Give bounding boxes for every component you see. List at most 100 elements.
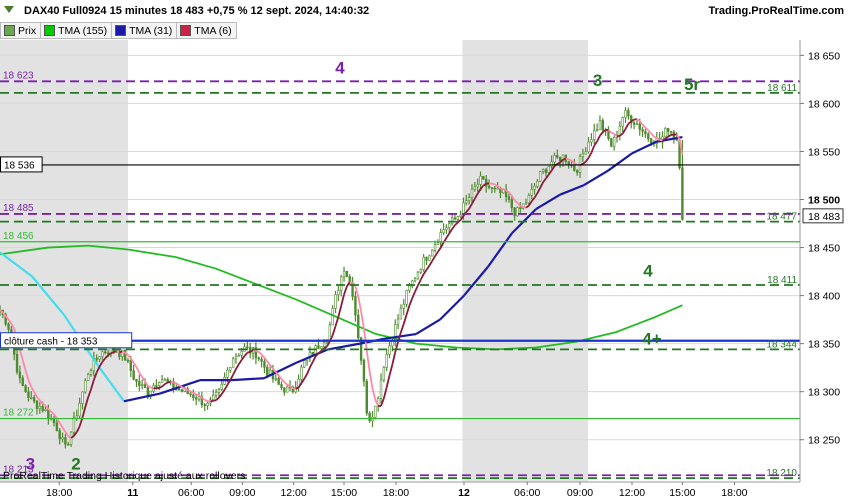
candle-body [214,391,218,396]
tma6-line [116,350,120,353]
candle-body [567,161,570,166]
candle-body [32,397,36,402]
tma6-line [295,386,299,390]
candle-body [274,377,278,380]
candle-body [118,352,121,357]
time-tick-label: 09:00 [229,487,255,499]
candle-body [89,370,93,375]
candle-body [106,352,110,355]
price-tick-label: 18 400 [808,291,840,303]
tma6-line [556,161,561,165]
level-label: 18 272 [3,408,34,419]
candle-body [212,394,215,401]
legend-label: TMA (155) [58,24,108,37]
legend-item-prix[interactable]: Prix [0,22,42,39]
candle-body [263,361,266,368]
candle-body [95,358,98,360]
legend-item-tma155[interactable]: TMA (155) [41,22,113,39]
tma6-line [255,349,260,353]
candle-body [160,379,164,383]
tma6-line [181,386,186,390]
wave-annotation: 3 [593,71,602,90]
tma6-line [170,380,174,384]
candle-body [482,175,485,180]
candle-body [601,120,604,131]
candle-body [666,128,670,132]
time-tick-label: 12:00 [280,487,306,499]
candle-body [146,387,150,396]
candle-body [365,380,368,414]
candle-body [194,397,198,400]
candle-body [490,187,494,189]
tma6-line [610,131,615,135]
level-label: 18 344 [766,339,797,350]
candle-body [44,409,47,411]
candle-body [126,359,130,362]
candle-body [84,380,87,393]
tma6-line [195,393,200,396]
candle-body [266,367,269,376]
candle-body [641,129,644,132]
candle-body [550,161,553,167]
price-chart[interactable]: 18 623 18 611 18 536 18 485 18 477 18 456 18 4… [0,0,850,500]
candle-body [72,417,76,433]
candle-body [590,139,593,143]
candle-body [283,387,286,393]
candle-body [280,384,283,389]
candle-body [328,324,332,341]
candle-body [177,388,181,391]
candle-body [334,294,337,309]
candle-body [197,396,201,400]
candle-body [58,430,61,440]
candle-body [439,232,442,243]
candle-body [496,187,499,190]
tma6-line [213,399,217,402]
candle-body [524,202,528,205]
candle-body [155,385,158,387]
price-tick-label: 18 450 [808,243,840,255]
candle-body [81,391,84,404]
current-price-label: 18 483 [808,211,840,223]
legend-item-tma31[interactable]: TMA (31) [112,22,178,39]
tma6-line [247,350,251,354]
candle-body [405,290,408,305]
price-tick-label: 18 650 [808,50,840,62]
collapse-triangle-icon[interactable] [4,6,14,13]
wave-annotation: 5r [684,75,700,94]
candle-body [78,403,81,417]
candle-body [595,129,599,132]
indicator-legend: Prix TMA (155) TMA (31) TMA (6) [0,22,237,39]
candle-body [98,356,101,360]
candle-body [132,370,135,380]
time-tick-label: 06:00 [178,487,204,499]
legend-item-tma6[interactable]: TMA (6) [177,22,237,39]
level-label: 18 210 [766,468,797,479]
candle-body [465,200,468,204]
candle-body [635,123,639,126]
candle-body [7,323,10,330]
candle-body [553,155,556,163]
time-tick-label: 12 [458,487,470,499]
price-tick-label: 18 350 [808,339,840,351]
candle-body [303,360,306,368]
candle-body [487,185,491,188]
candle-body [342,270,346,278]
tma6-line [249,349,254,353]
time-tick-label: 18:00 [46,487,72,499]
candle-body [575,170,579,173]
candle-body [234,355,238,360]
candle-body [257,357,260,360]
candle-body [231,358,235,368]
tma6-line [491,182,495,186]
candle-body [573,164,576,171]
level-label: 18 477 [766,212,797,223]
level-label: 18 623 [3,70,34,81]
wave-annotation: 4+ [642,330,661,349]
legend-label: TMA (6) [194,24,232,37]
chart-header: DAX40 Full0924 15 minutes 18 483 +0,75 %… [0,0,850,22]
candle-body [430,249,434,257]
brand-label[interactable]: Trading.ProRealTime.com [708,5,844,17]
wave-annotation: 4 [335,59,345,78]
tma6-line [204,398,208,402]
price-tick-label: 18 250 [808,435,840,447]
